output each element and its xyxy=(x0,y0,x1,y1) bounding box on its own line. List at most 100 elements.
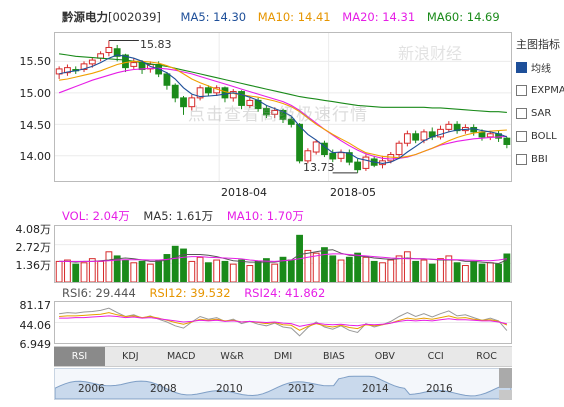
volume-bar xyxy=(312,252,320,282)
tab-kdj[interactable]: KDJ xyxy=(105,347,156,366)
volume-tick-label: 1.36万 xyxy=(15,259,52,272)
price-tick-label: 14.00 xyxy=(19,150,52,163)
low-annotation: 13.73 xyxy=(303,161,335,174)
candle-body xyxy=(221,87,229,99)
volume-bar xyxy=(213,259,221,282)
timeline-year: 2006 xyxy=(78,383,105,395)
candle-body xyxy=(88,59,96,65)
volume-bar xyxy=(420,259,428,282)
timeline-scroll-button[interactable] xyxy=(499,390,512,400)
rsi12-label: RSI12: 39.532 xyxy=(149,286,231,300)
tab-macd[interactable]: MACD xyxy=(156,347,207,366)
candle-body xyxy=(171,84,179,99)
volume-bar xyxy=(412,260,420,282)
stock-name: 黔源电力[002039] xyxy=(62,10,161,24)
timeline-year: 2012 xyxy=(288,383,315,395)
rsi-chart[interactable] xyxy=(55,302,511,343)
watermark: 点击查看高级极速行情 xyxy=(188,105,368,125)
candle-body xyxy=(312,141,320,153)
volume-bar xyxy=(155,259,163,282)
volume-bar xyxy=(229,263,237,282)
high-annotation: 15.83 xyxy=(140,38,172,51)
tab-rsi[interactable]: RSI xyxy=(54,347,105,366)
chart-header: 黔源电力[002039] MA5: 14.30 MA10: 14.41 MA20… xyxy=(62,9,508,25)
volume-tick-label: 4.08万 xyxy=(15,223,52,236)
volume-bar xyxy=(329,255,337,282)
rsi-panel xyxy=(54,301,512,344)
volume-bar xyxy=(64,259,71,282)
candle-body xyxy=(503,137,511,145)
checkbox-icon xyxy=(516,85,527,96)
volume-bar xyxy=(370,260,378,282)
date-label: 2018-05 xyxy=(330,186,376,199)
candle-body xyxy=(180,97,187,108)
volume-bar xyxy=(337,259,345,282)
timeline-year: 2016 xyxy=(426,383,453,395)
rsi-tick-label: 6.949 xyxy=(19,338,52,351)
candle-body xyxy=(420,131,428,141)
indicator-ma[interactable]: 均线 xyxy=(516,58,564,77)
volume-bar xyxy=(88,258,96,282)
candle-body xyxy=(296,123,303,162)
price-tick-label: 15.50 xyxy=(19,55,52,68)
checkbox-icon xyxy=(516,154,527,165)
volume-bar xyxy=(238,259,245,282)
vol-ma5-label: MA5: 1.61万 xyxy=(143,209,214,223)
indicator-expma[interactable]: EXPMA xyxy=(516,81,564,100)
volume-bar xyxy=(130,262,138,282)
volume-bar xyxy=(428,263,436,282)
tab-wr[interactable]: W&R xyxy=(207,347,258,366)
volume-bar xyxy=(345,256,353,282)
candle-body xyxy=(395,142,403,156)
indicator-tabs: RSI KDJ MACD W&R DMI BIAS OBV CCI ROC xyxy=(54,346,512,367)
volume-bar xyxy=(478,263,486,282)
volume-bar xyxy=(204,262,212,282)
ma5-label: MA5: 14.30 xyxy=(180,10,247,24)
candle-body xyxy=(329,152,337,160)
tab-dmi[interactable]: DMI xyxy=(258,347,309,366)
timeline-handle[interactable] xyxy=(499,368,512,388)
candle-body xyxy=(130,62,138,67)
indicator-boll[interactable]: BOLL xyxy=(516,127,564,146)
volume-chart[interactable] xyxy=(55,226,511,282)
tab-cci[interactable]: CCI xyxy=(410,347,461,366)
volume-bar xyxy=(146,263,154,282)
volume-bar xyxy=(246,265,254,282)
tab-bias[interactable]: BIAS xyxy=(308,347,359,366)
candle-body xyxy=(105,46,113,54)
volume-bar xyxy=(122,259,129,282)
candle-body xyxy=(412,133,420,141)
indicator-title: 主图指标 xyxy=(516,38,560,51)
candle-body xyxy=(304,150,312,162)
indicator-sar[interactable]: SAR xyxy=(516,104,564,123)
checkbox-icon xyxy=(516,62,527,73)
volume-bar xyxy=(387,259,395,282)
ma20-label: MA20: 14.31 xyxy=(342,10,416,24)
volume-bar xyxy=(80,262,88,282)
volume-bar xyxy=(495,263,502,282)
volume-bar xyxy=(138,260,146,282)
candle-body xyxy=(445,123,453,130)
tab-obv[interactable]: OBV xyxy=(359,347,410,366)
price-tick-label: 14.50 xyxy=(19,119,52,132)
rsi12-line xyxy=(59,312,508,331)
tab-roc[interactable]: ROC xyxy=(461,347,512,366)
volume-bar xyxy=(97,260,105,282)
volume-bar xyxy=(171,245,179,282)
indicator-bbi[interactable]: BBI xyxy=(516,150,564,169)
volume-bar xyxy=(453,262,461,282)
timeline-year: 2014 xyxy=(362,383,389,395)
volume-bar xyxy=(55,260,63,282)
volume-bar xyxy=(503,253,511,282)
price-tick-label: 15.00 xyxy=(19,87,52,100)
volume-bar xyxy=(254,260,262,282)
indicator-panel: 主图指标 均线 EXPMA SAR BOLL BBI xyxy=(516,36,564,173)
candle-body xyxy=(437,128,444,138)
volume-bar xyxy=(196,256,204,282)
rsi6-label: RSI6: 29.444 xyxy=(62,286,136,300)
volume-tick-label: 2.72万 xyxy=(15,241,52,254)
volume-bar xyxy=(72,263,80,282)
candle-body xyxy=(354,161,362,171)
rsi24-label: RSI24: 41.862 xyxy=(244,286,326,300)
volume-bar xyxy=(271,263,279,282)
